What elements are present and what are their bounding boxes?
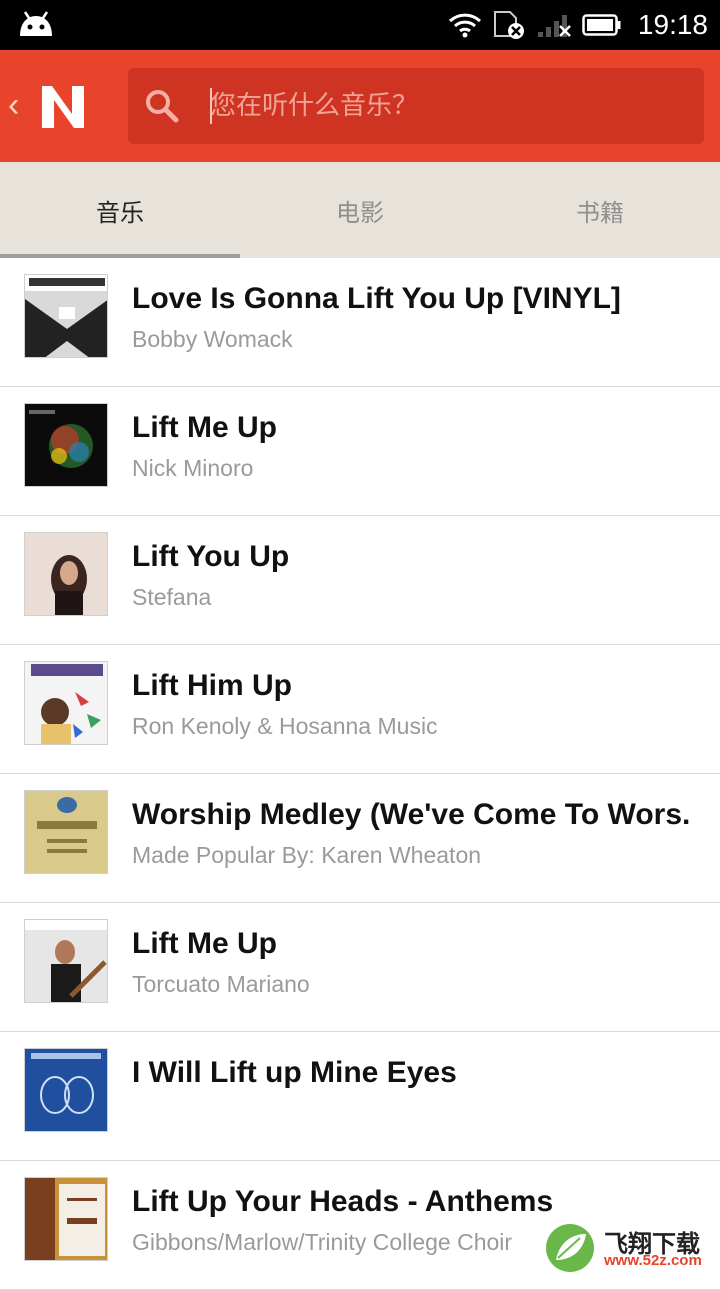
song-title: Lift Me Up [132, 927, 277, 960]
song-title: Worship Medley (We've Come To Wors. [132, 798, 691, 831]
battery-icon [582, 14, 621, 36]
watermark-url: www.52z.com [604, 1252, 702, 1269]
android-icon [20, 11, 52, 36]
song-title: Lift Up Your Heads - Anthems [132, 1185, 554, 1218]
song-artist: Nick Minoro [132, 455, 254, 481]
wifi-icon [448, 13, 481, 38]
song-artist: Made Popular By: Karen Wheaton [132, 842, 482, 868]
album-cover [24, 661, 108, 745]
app-logo[interactable] [38, 82, 88, 132]
list-item[interactable]: I Will Lift up Mine Eyes [0, 1032, 720, 1161]
list-item[interactable]: Love Is Gonna Lift You Up [VINYL] Bobby … [0, 258, 720, 387]
song-artist: Ron Kenoly & Hosanna Music [132, 713, 438, 739]
status-bar: 19:18 [0, 0, 720, 50]
app-bar: ‹ [0, 50, 720, 162]
list-item[interactable]: Worship Medley (We've Come To Wors. Made… [0, 774, 720, 903]
album-cover [24, 403, 108, 487]
tab-movies[interactable]: 电影 [240, 162, 480, 258]
song-artist: Stefana [132, 584, 212, 610]
album-cover [24, 919, 108, 1003]
album-cover [24, 790, 108, 874]
results-list: Love Is Gonna Lift You Up [VINYL] Bobby … [0, 258, 720, 1290]
song-artist: Torcuato Mariano [132, 971, 310, 997]
song-title: Lift You Up [132, 540, 290, 573]
song-artist: Bobby Womack [132, 326, 293, 352]
list-item[interactable]: Lift Him Up Ron Kenoly & Hosanna Music [0, 645, 720, 774]
search-input[interactable] [210, 68, 690, 144]
search-bar[interactable] [128, 68, 704, 144]
back-chevron-icon[interactable]: ‹ [8, 88, 19, 122]
list-item[interactable]: Lift Me Up Nick Minoro [0, 387, 720, 516]
search-icon [146, 90, 179, 123]
status-time: 19:18 [637, 9, 708, 40]
leaf-logo-icon [546, 1224, 594, 1272]
album-cover [24, 1048, 108, 1132]
signal-icon [537, 15, 571, 37]
song-title: Lift Me Up [132, 411, 277, 444]
album-cover [24, 274, 108, 358]
category-tabs: 音乐 电影 书籍 [0, 162, 720, 258]
list-item[interactable]: Lift Me Up Torcuato Mariano [0, 903, 720, 1032]
song-title: Lift Him Up [132, 669, 292, 702]
album-cover [24, 532, 108, 616]
album-cover [24, 1177, 108, 1261]
song-title: Love Is Gonna Lift You Up [VINYL] [132, 282, 621, 315]
tab-books[interactable]: 书籍 [480, 162, 720, 258]
sim-off-icon [493, 11, 524, 39]
watermark: 飞翔下载 www.52z.com [544, 1222, 714, 1274]
tab-music[interactable]: 音乐 [0, 162, 240, 258]
song-title: I Will Lift up Mine Eyes [132, 1056, 457, 1089]
list-item[interactable]: Lift You Up Stefana [0, 516, 720, 645]
